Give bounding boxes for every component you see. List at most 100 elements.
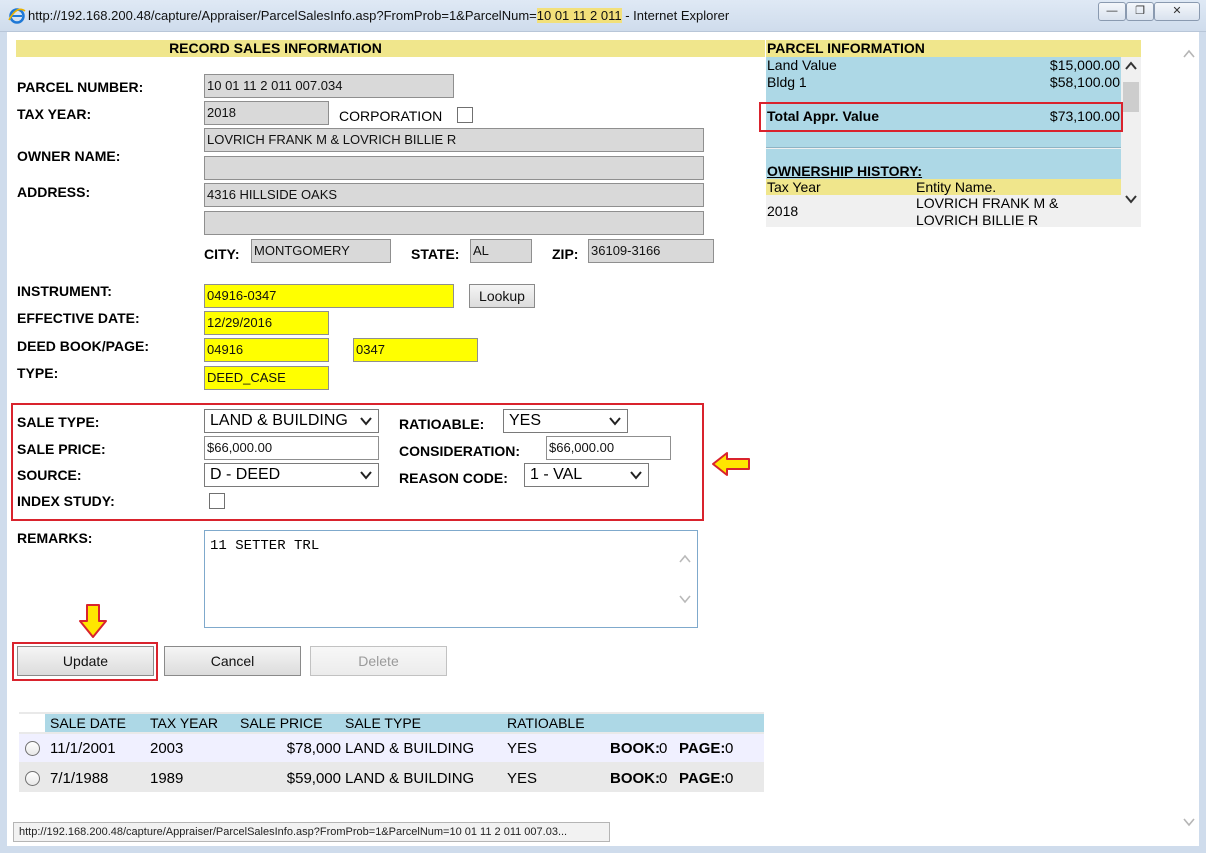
left-arrow-icon xyxy=(712,452,750,476)
parcel-number-field[interactable]: 10 01 11 2 011 007.034 xyxy=(204,74,454,98)
row-select-radio[interactable] xyxy=(25,771,40,786)
row-sale-date: 7/1/1988 xyxy=(50,770,109,787)
record-sales-heading: RECORD SALES INFORMATION xyxy=(16,40,765,57)
page-scroll-up-icon[interactable] xyxy=(1182,48,1196,60)
city-label: CITY: xyxy=(204,246,240,262)
instrument-label: INSTRUMENT: xyxy=(17,283,112,299)
bldg-amount: $58,100.00 xyxy=(1049,74,1120,90)
address-label: ADDRESS: xyxy=(17,184,91,200)
ownership-entity-header: Entity Name. xyxy=(916,179,997,195)
land-value-amount: $15,000.00 xyxy=(1049,57,1120,73)
status-bar-url: http://192.168.200.48/capture/Appraiser/… xyxy=(13,822,610,842)
row-sale-date: 11/1/2001 xyxy=(50,740,116,757)
spacer-row xyxy=(766,149,1121,163)
page-scroll-down-icon[interactable] xyxy=(1182,816,1196,828)
reason-code-value: 1 - VAL xyxy=(530,466,583,483)
corporation-checkbox[interactable] xyxy=(457,107,473,123)
parcel-number-label: PARCEL NUMBER: xyxy=(17,79,144,95)
header-tax-year: TAX YEAR xyxy=(150,715,218,731)
land-value-label: Land Value xyxy=(767,57,837,73)
lookup-button[interactable]: Lookup xyxy=(469,284,535,308)
owner-name-field-2[interactable] xyxy=(204,156,704,180)
panel-scrollbar[interactable] xyxy=(1121,57,1141,227)
cancel-button[interactable]: Cancel xyxy=(164,646,301,676)
ratioable-value: YES xyxy=(509,412,542,429)
source-value: D - DEED xyxy=(210,466,281,483)
chevron-down-icon xyxy=(630,471,642,480)
down-arrow-icon xyxy=(79,604,107,638)
scroll-down-icon[interactable] xyxy=(678,593,692,605)
row-ratioable: YES xyxy=(507,740,538,757)
row-sale-price: $78,000 xyxy=(286,740,341,757)
row-book-label: BOOK: xyxy=(610,770,660,787)
instrument-field[interactable]: 04916-0347 xyxy=(204,284,454,308)
consideration-field[interactable]: $66,000.00 xyxy=(546,436,671,460)
type-label: TYPE: xyxy=(17,365,59,381)
internet-explorer-icon xyxy=(8,8,26,24)
row-page-label: PAGE: xyxy=(679,740,726,757)
effective-date-field[interactable]: 12/29/2016 xyxy=(204,311,329,335)
zip-field[interactable]: 36109-3166 xyxy=(588,239,714,263)
tax-year-label: TAX YEAR: xyxy=(17,106,92,122)
row-book: 0 xyxy=(659,770,668,787)
owner-name-field-1[interactable]: LOVRICH FRANK M & LOVRICH BILLIE R xyxy=(204,128,704,152)
row-tax-year: 2003 xyxy=(150,740,184,757)
tax-year-field[interactable]: 2018 xyxy=(204,101,329,125)
owner-name-label: OWNER NAME: xyxy=(17,148,121,164)
scroll-up-icon[interactable] xyxy=(678,553,692,565)
row-select-radio[interactable] xyxy=(25,741,40,756)
sale-price-label: SALE PRICE: xyxy=(17,441,106,457)
sales-history-table: SALE DATE TAX YEAR SALE PRICE SALE TYPE … xyxy=(19,712,764,792)
remarks-label: REMARKS: xyxy=(17,530,93,546)
sale-type-select[interactable]: LAND & BUILDING xyxy=(204,409,379,433)
address-field-1[interactable]: 4316 HILLSIDE OAKS xyxy=(204,183,704,207)
table-row[interactable]: 11/1/2001 2003 $78,000 LAND & BUILDING Y… xyxy=(19,734,764,762)
sale-type-value: LAND & BUILDING xyxy=(210,412,348,429)
sale-price-field[interactable]: $66,000.00 xyxy=(204,436,379,460)
chevron-down-icon xyxy=(609,417,621,426)
total-value-highlight xyxy=(759,102,1123,132)
close-window-button[interactable]: ✕ xyxy=(1154,2,1200,21)
deed-book-field[interactable]: 04916 xyxy=(204,338,329,362)
row-book-label: BOOK: xyxy=(610,740,660,757)
table-row[interactable]: 7/1/1988 1989 $59,000 LAND & BUILDING YE… xyxy=(19,764,764,792)
value-rows: Land Value $15,000.00 Bldg 1 $58,100.00 xyxy=(766,57,1121,97)
minimize-button[interactable]: — xyxy=(1098,2,1126,21)
row-sale-price: $59,000 xyxy=(286,770,341,787)
row-sale-type: LAND & BUILDING xyxy=(345,770,475,787)
update-button[interactable]: Update xyxy=(17,646,154,676)
ownership-tax-year-header: Tax Year xyxy=(767,179,821,195)
sale-type-label: SALE TYPE: xyxy=(17,414,100,430)
source-select[interactable]: D - DEED xyxy=(204,463,379,487)
index-study-checkbox[interactable] xyxy=(209,493,225,509)
row-page: 0 xyxy=(725,740,734,757)
scroll-up-icon[interactable] xyxy=(1124,60,1138,72)
corporation-label: CORPORATION xyxy=(339,108,443,124)
row-page-label: PAGE: xyxy=(679,770,726,787)
effective-date-label: EFFECTIVE DATE: xyxy=(17,310,140,326)
scroll-thumb[interactable] xyxy=(1123,82,1139,112)
chevron-down-icon xyxy=(360,471,372,480)
state-field[interactable]: AL xyxy=(470,239,532,263)
chevron-down-icon xyxy=(360,417,372,426)
restore-button[interactable]: ❐ xyxy=(1126,2,1154,21)
consideration-label: CONSIDERATION: xyxy=(399,443,521,459)
ownership-year: 2018 xyxy=(767,203,799,219)
reason-code-select[interactable]: 1 - VAL xyxy=(524,463,649,487)
parcel-info-panel: Land Value $15,000.00 Bldg 1 $58,100.00 … xyxy=(766,57,1121,228)
ownership-entity-1: LOVRICH FRANK M & xyxy=(916,195,1059,211)
city-field[interactable]: MONTGOMERY xyxy=(251,239,391,263)
window-title: http://192.168.200.48/capture/Appraiser/… xyxy=(28,8,730,23)
address-field-2[interactable] xyxy=(204,211,704,235)
delete-button[interactable]: Delete xyxy=(310,646,447,676)
row-tax-year: 1989 xyxy=(150,770,184,787)
deed-book-page-label: DEED BOOK/PAGE: xyxy=(17,338,149,354)
ratioable-select[interactable]: YES xyxy=(503,409,628,433)
index-study-label: INDEX STUDY: xyxy=(17,493,115,509)
remarks-text: 11 SETTER TRL xyxy=(210,538,320,554)
remarks-textarea[interactable]: 11 SETTER TRL xyxy=(204,530,698,628)
deed-page-field[interactable]: 0347 xyxy=(353,338,478,362)
type-field[interactable]: DEED_CASE xyxy=(204,366,329,390)
window-title-bar: http://192.168.200.48/capture/Appraiser/… xyxy=(0,0,1206,32)
scroll-down-icon[interactable] xyxy=(1124,193,1138,205)
